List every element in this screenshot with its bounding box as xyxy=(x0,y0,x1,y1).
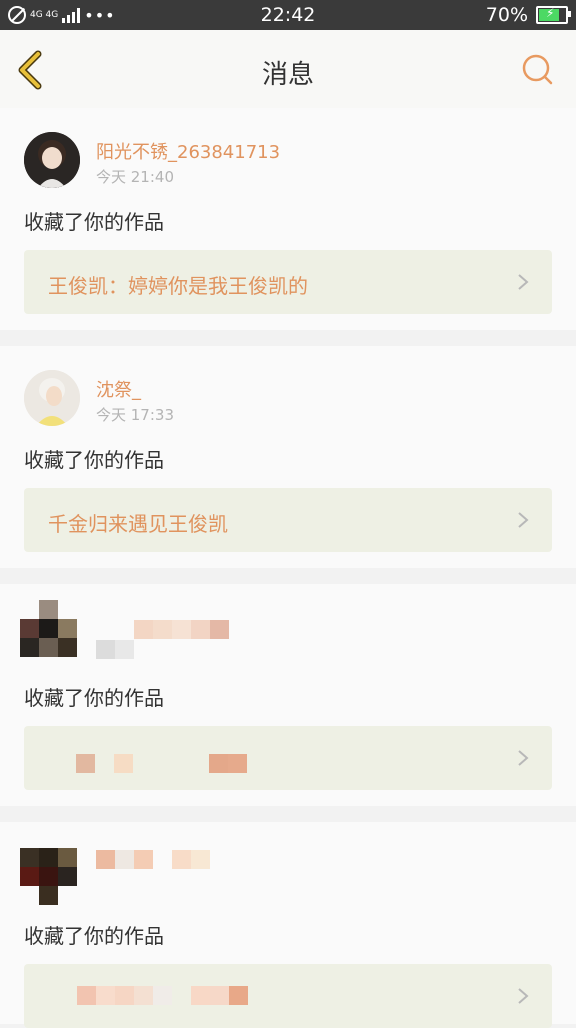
page-title: 消息 xyxy=(261,60,314,90)
pixelated-time xyxy=(96,640,134,659)
message-action: 收藏了你的作品 xyxy=(24,686,164,710)
message-card: 收藏了你的作品 xyxy=(0,584,576,806)
work-link[interactable]: 王俊凯：婷婷你是我王俊凯的 xyxy=(24,250,552,314)
username[interactable]: 沈祭_ xyxy=(96,376,141,402)
pixelated-avatar[interactable] xyxy=(20,600,77,657)
message-card: 沈祭_ 今天 17:33 收藏了你的作品 千金归来遇见王俊凯 xyxy=(0,346,576,568)
search-button[interactable] xyxy=(520,52,556,88)
pixelated-work-title xyxy=(58,986,267,1005)
work-link[interactable] xyxy=(24,726,552,790)
message-action: 收藏了你的作品 xyxy=(24,448,164,472)
message-card: 阳光不锈_263841713 今天 21:40 收藏了你的作品 王俊凯：婷婷你是… xyxy=(0,108,576,330)
status-bar: 4G 4G ••• 22:42 70% ⚡ xyxy=(0,0,576,30)
chevron-right-icon xyxy=(518,512,529,528)
pixelated-work-title xyxy=(76,754,266,773)
search-icon xyxy=(522,54,553,85)
app-header: 消息 xyxy=(0,30,576,109)
chevron-right-icon xyxy=(518,988,529,1004)
pixelated-avatar[interactable] xyxy=(20,848,77,905)
battery-percent: 70% xyxy=(485,4,528,26)
message-card: 收藏了你的作品 xyxy=(0,822,576,1028)
work-link[interactable]: 千金归来遇见王俊凯 xyxy=(24,488,552,552)
chevron-right-icon xyxy=(518,750,529,766)
chevron-right-icon xyxy=(518,274,529,290)
work-title: 千金归来遇见王俊凯 xyxy=(48,512,228,536)
pixelated-username[interactable] xyxy=(96,850,210,869)
avatar[interactable] xyxy=(24,132,80,188)
pixelated-username[interactable] xyxy=(134,620,229,639)
work-title: 王俊凯：婷婷你是我王俊凯的 xyxy=(48,274,308,298)
message-action: 收藏了你的作品 xyxy=(24,924,164,948)
message-time: 今天 17:33 xyxy=(96,406,174,424)
message-action: 收藏了你的作品 xyxy=(24,210,164,234)
message-time: 今天 21:40 xyxy=(96,168,174,186)
battery-charging-icon: ⚡ xyxy=(536,6,571,24)
avatar[interactable] xyxy=(24,370,80,426)
work-link[interactable] xyxy=(24,964,552,1028)
username[interactable]: 阳光不锈_263841713 xyxy=(96,138,280,164)
